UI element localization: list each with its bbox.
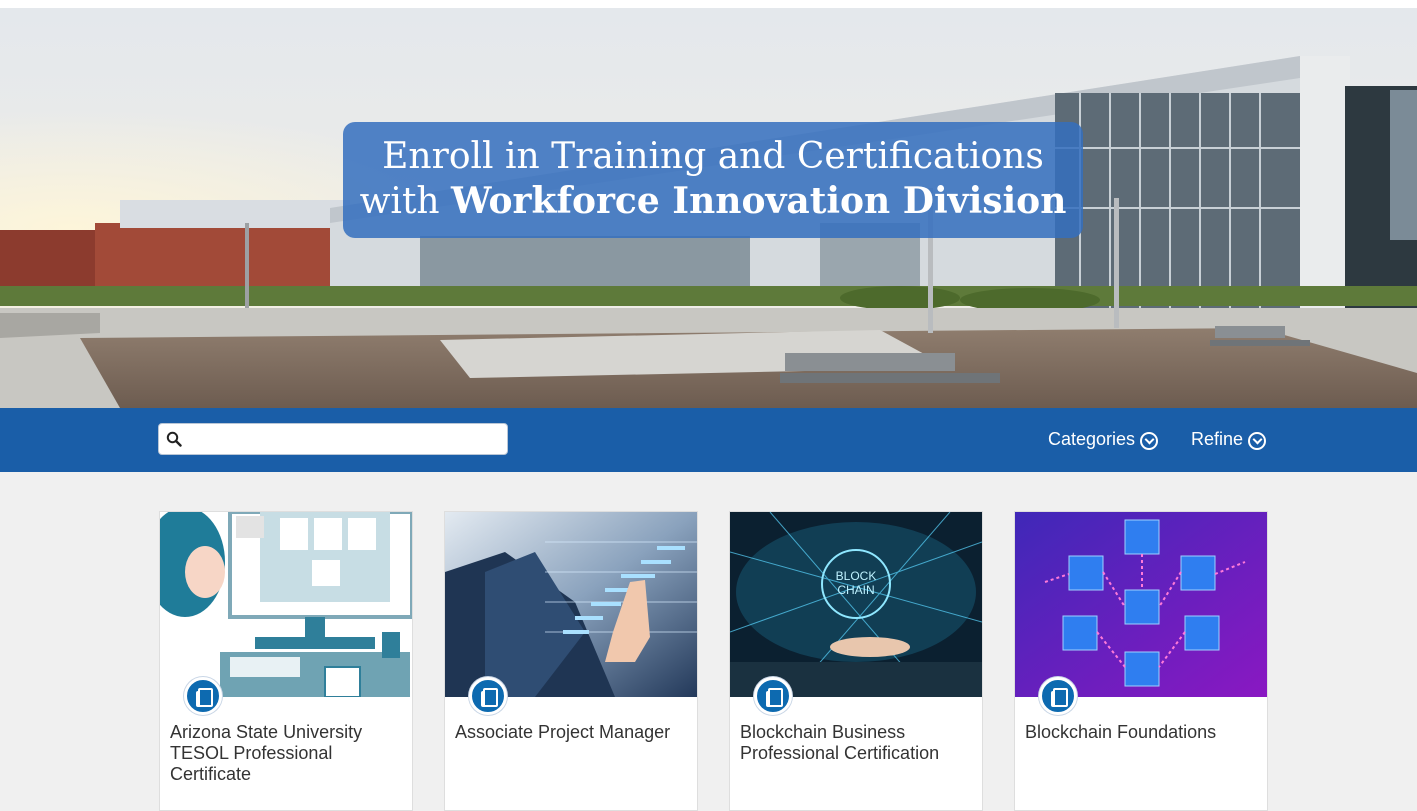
blockchain-network-illustration: BLOCK CHAIN — [730, 512, 982, 697]
course-thumbnail — [445, 512, 697, 697]
hero-heading-line1: Enroll in Training and Certifications — [382, 136, 1044, 177]
svg-text:BLOCK: BLOCK — [836, 569, 877, 583]
book-icon — [184, 677, 222, 715]
hero-heading-line2: with Workforce Innovation Division — [343, 179, 1083, 224]
blockchain-cubes-illustration — [1015, 512, 1267, 697]
course-card[interactable]: BLOCK CHAIN Blockchain Business Professi… — [729, 511, 983, 811]
course-title[interactable]: Arizona State University TESOL Professio… — [170, 722, 402, 785]
hero-heading-organization: Workforce Innovation Division — [451, 180, 1067, 222]
search-input[interactable] — [187, 428, 502, 450]
hero-heading-prefix: with — [359, 181, 452, 222]
categories-dropdown-button[interactable]: Categories — [1048, 429, 1159, 450]
search-icon — [166, 431, 182, 447]
refine-label: Refine — [1191, 429, 1244, 449]
chevron-down-icon — [1140, 432, 1159, 450]
course-thumbnail: BLOCK CHAIN — [730, 512, 982, 697]
project-chart-illustration — [445, 512, 697, 697]
course-title[interactable]: Blockchain Foundations — [1025, 722, 1257, 743]
categories-label: Categories — [1048, 429, 1136, 449]
course-card-grid: Arizona State University TESOL Professio… — [0, 472, 1417, 811]
refine-dropdown-button[interactable]: Refine — [1191, 429, 1267, 450]
course-thumbnail — [160, 512, 412, 697]
course-thumbnail — [1015, 512, 1267, 697]
course-title[interactable]: Associate Project Manager — [455, 722, 687, 743]
catalog-toolbar: Categories Refine — [0, 408, 1417, 472]
course-card[interactable]: Arizona State University TESOL Professio… — [159, 511, 413, 811]
book-icon — [469, 677, 507, 715]
book-icon — [754, 677, 792, 715]
top-strip — [0, 0, 1417, 8]
course-title[interactable]: Blockchain Business Professional Certifi… — [740, 722, 972, 764]
course-card[interactable]: Blockchain Foundations — [1014, 511, 1268, 811]
hero-banner-image: Enroll in Training and Certifications wi… — [0, 8, 1417, 408]
chevron-down-icon — [1248, 432, 1267, 450]
hero-heading: Enroll in Training and Certifications wi… — [343, 122, 1083, 238]
online-learning-illustration — [160, 512, 412, 697]
search-box[interactable] — [158, 423, 508, 455]
course-card[interactable]: Associate Project Manager — [444, 511, 698, 811]
svg-text:CHAIN: CHAIN — [837, 583, 874, 597]
book-icon — [1039, 677, 1077, 715]
